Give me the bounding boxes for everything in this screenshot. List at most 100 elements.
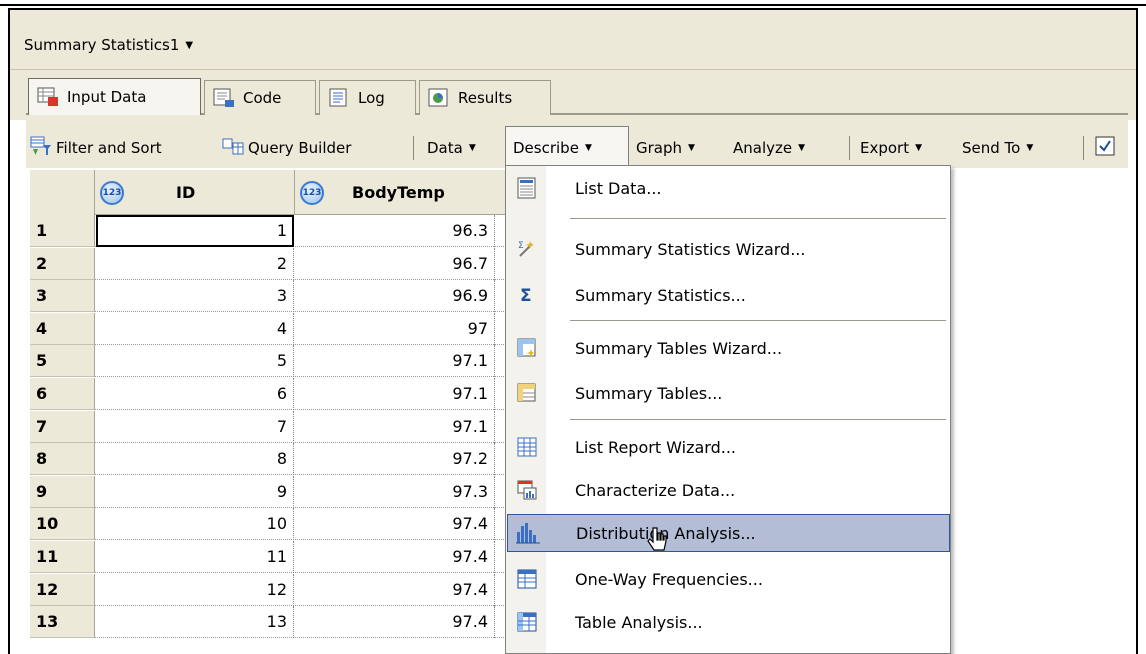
cell-id[interactable]: 3 [96,280,294,313]
cell-id[interactable]: 9 [96,475,294,508]
cell-bodytemp[interactable]: 97.3 [295,475,495,508]
cell-id[interactable]: 11 [96,541,294,573]
menu-separator [570,419,946,420]
project-title-dropdown[interactable]: Summary Statistics1 ▼ [24,36,193,54]
cell-bodytemp[interactable]: 97.1 [295,410,495,443]
describe-dropdown-menu: List Data... Σ Summary Statistics Wizard… [505,165,951,654]
describe-menu-label: Describe [513,139,579,157]
menu-item-one-way-frequencies[interactable]: One-Way Frequencies... [507,560,950,598]
table-row: 8 8 97.2 [30,443,506,476]
send-to-menu-label: Send To [962,139,1021,157]
log-icon [328,88,350,108]
describe-menu-button[interactable]: Describe ▼ [513,133,592,163]
cell-id[interactable]: 6 [96,378,294,410]
cell-id[interactable]: 2 [96,247,294,280]
caret-down-icon: ▼ [185,40,194,51]
summary-tables-icon [515,381,539,405]
cell-bodytemp[interactable]: 97.2 [295,443,495,476]
filter-sort-icon [30,136,52,160]
cell-bodytemp[interactable]: 97.4 [295,508,495,541]
numeric-icon: 123 [100,180,124,205]
menu-item-summary-statistics-wizard[interactable]: Σ Summary Statistics Wizard... [507,230,950,268]
table-row: 10 10 97.4 [30,508,506,541]
cell-bodytemp[interactable]: 97.4 [295,573,495,606]
tab-label: Log [358,89,385,107]
row-number[interactable]: 6 [30,378,95,410]
send-to-menu-button[interactable]: Send To ▼ [962,133,1033,163]
cell-bodytemp[interactable]: 97 [295,312,495,345]
data-menu-button[interactable]: Data ▼ [427,133,476,163]
cell-bodytemp[interactable]: 96.9 [295,280,495,313]
grid-corner[interactable] [30,170,95,215]
tab-input-data[interactable]: Input Data [28,78,201,115]
filter-sort-button[interactable]: Filter and Sort [30,133,162,163]
export-menu-button[interactable]: Export ▼ [860,133,922,163]
menu-item-label: List Data... [575,178,662,198]
row-number[interactable]: 11 [30,541,95,573]
cell-bodytemp[interactable]: 96.3 [295,215,495,247]
menu-item-label: Summary Statistics... [575,285,746,305]
menu-item-distribution-analysis[interactable]: Distribution Analysis... [507,514,950,552]
analyze-menu-button[interactable]: Analyze ▼ [733,133,805,163]
menu-separator [570,320,946,321]
row-number[interactable]: 13 [30,606,95,639]
cell-bodytemp[interactable]: 97.4 [295,541,495,573]
row-number[interactable]: 1 [30,215,95,247]
cell-id[interactable]: 4 [96,312,294,345]
table-row: 7 7 97.1 [30,410,506,443]
menu-item-summary-tables-wizard[interactable]: Summary Tables Wizard... [507,329,950,367]
column-header-label: BodyTemp [352,183,445,202]
cell-id[interactable]: 12 [96,573,294,606]
checkbox-toggle-button[interactable] [1095,133,1115,163]
results-icon [428,88,450,108]
column-header-id[interactable]: 123 ID [96,170,295,215]
tab-log[interactable]: Log [319,80,416,115]
list-report-icon [515,435,539,459]
caret-down-icon: ▼ [688,143,695,153]
cell-bodytemp[interactable]: 97.4 [295,606,495,639]
cell-bodytemp[interactable]: 97.1 [295,345,495,378]
table-wizard-icon [515,336,539,360]
menu-item-list-report-wizard[interactable]: List Report Wizard... [507,428,950,466]
row-number[interactable]: 12 [30,573,95,606]
tab-label: Results [458,89,513,107]
cell-id[interactable]: 8 [96,443,294,476]
menu-item-table-analysis[interactable]: Table Analysis... [507,603,950,641]
sigma-icon: Σ [515,283,539,307]
menu-item-summary-statistics[interactable]: Σ Summary Statistics... [507,276,950,314]
table-row: 12 12 97.4 [30,573,506,606]
row-number[interactable]: 7 [30,410,95,443]
cell-bodytemp[interactable]: 96.7 [295,247,495,280]
cell-id[interactable]: 13 [96,606,294,639]
row-number[interactable]: 8 [30,443,95,476]
cell-bodytemp[interactable]: 97.1 [295,378,495,410]
row-number[interactable]: 5 [30,345,95,378]
checkbox-icon [1095,136,1115,160]
tab-code[interactable]: Code [204,80,316,115]
cell-id[interactable]: 1 [96,215,294,247]
numeric-icon: 123 [300,180,324,205]
menu-item-list-data[interactable]: List Data... [507,169,950,207]
row-number[interactable]: 3 [30,280,95,313]
menu-item-characterize-data[interactable]: Characterize Data... [507,471,950,509]
cell-id[interactable]: 5 [96,345,294,378]
column-header-bodytemp[interactable]: 123 BodyTemp [296,170,506,215]
row-number[interactable]: 10 [30,508,95,541]
menu-item-label: List Report Wizard... [575,437,737,457]
cell-id[interactable]: 10 [96,508,294,541]
menu-item-summary-tables[interactable]: Summary Tables... [507,374,950,412]
graph-menu-button[interactable]: Graph ▼ [636,133,695,163]
tab-results[interactable]: Results [419,80,551,115]
histogram-icon [516,521,540,545]
query-builder-button[interactable]: Query Builder [222,133,351,163]
filter-sort-label: Filter and Sort [56,139,162,157]
list-data-icon [515,176,539,200]
query-builder-icon [222,136,244,160]
cell-id[interactable]: 7 [96,410,294,443]
row-number[interactable]: 4 [30,312,95,345]
row-number[interactable]: 9 [30,475,95,508]
wizard-icon: Σ [515,237,539,261]
row-number[interactable]: 2 [30,247,95,280]
table-row: 5 5 97.1 [30,345,506,378]
column-header-label: ID [176,183,196,202]
